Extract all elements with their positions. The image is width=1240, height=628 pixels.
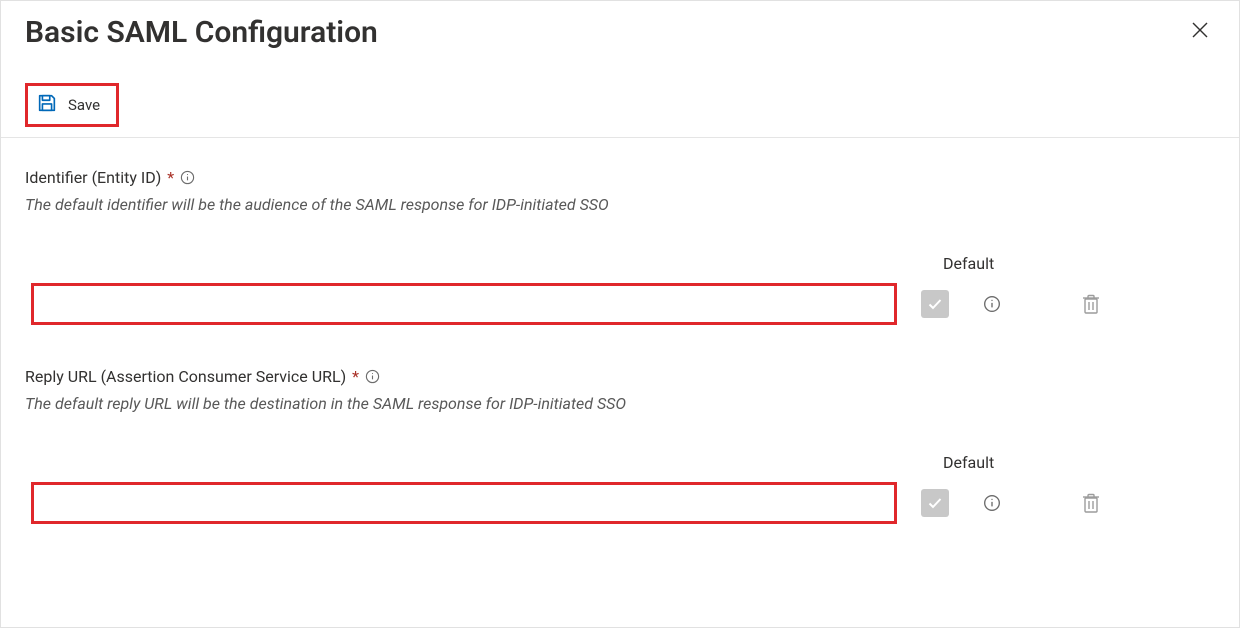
check-icon	[926, 295, 944, 313]
identifier-row-info-button[interactable]	[979, 291, 1005, 317]
identifier-info-icon[interactable]	[180, 170, 195, 185]
identifier-input-row	[25, 283, 1215, 325]
identifier-controls	[921, 289, 1105, 319]
identifier-section: Identifier (Entity ID) * The default ide…	[25, 168, 1215, 325]
reply-url-input[interactable]	[34, 485, 894, 521]
save-icon	[36, 92, 58, 118]
info-icon	[365, 369, 380, 384]
toolbar: Save	[1, 51, 1239, 138]
reply-url-delete-button[interactable]	[1077, 488, 1105, 518]
identifier-delete-button[interactable]	[1077, 289, 1105, 319]
info-icon	[983, 295, 1001, 313]
identifier-required-mark: *	[167, 168, 174, 187]
identifier-description: The default identifier will be the audie…	[25, 195, 1215, 214]
trash-icon	[1081, 492, 1101, 514]
save-button-label: Save	[68, 96, 100, 114]
identifier-label: Identifier (Entity ID)	[25, 168, 161, 187]
form-area: Identifier (Entity ID) * The default ide…	[1, 138, 1239, 524]
reply-url-label-row: Reply URL (Assertion Consumer Service UR…	[25, 367, 1215, 386]
reply-url-label: Reply URL (Assertion Consumer Service UR…	[25, 367, 346, 386]
identifier-input-wrap	[31, 283, 897, 325]
reply-url-section: Reply URL (Assertion Consumer Service UR…	[25, 367, 1215, 524]
reply-url-info-icon[interactable]	[365, 369, 380, 384]
reply-url-description: The default reply URL will be the destin…	[25, 394, 1215, 413]
save-button[interactable]: Save	[25, 83, 119, 127]
reply-url-input-row	[25, 482, 1215, 524]
trash-icon	[1081, 293, 1101, 315]
close-icon	[1191, 21, 1209, 39]
reply-url-default-checkbox[interactable]	[921, 489, 949, 517]
close-button[interactable]	[1185, 15, 1215, 45]
config-panel: Basic SAML Configuration Save I	[0, 0, 1240, 628]
check-icon	[926, 494, 944, 512]
reply-url-row-info-button[interactable]	[979, 490, 1005, 516]
reply-url-default-header: Default	[25, 453, 1215, 472]
identifier-label-row: Identifier (Entity ID) *	[25, 168, 1215, 187]
identifier-default-checkbox[interactable]	[921, 290, 949, 318]
panel-header: Basic SAML Configuration	[1, 1, 1239, 51]
identifier-input[interactable]	[34, 286, 894, 322]
info-icon	[983, 494, 1001, 512]
reply-url-controls	[921, 488, 1105, 518]
page-title: Basic SAML Configuration	[25, 15, 378, 51]
reply-url-required-mark: *	[352, 367, 359, 386]
identifier-default-header: Default	[25, 254, 1215, 273]
info-icon	[180, 170, 195, 185]
reply-url-input-wrap	[31, 482, 897, 524]
